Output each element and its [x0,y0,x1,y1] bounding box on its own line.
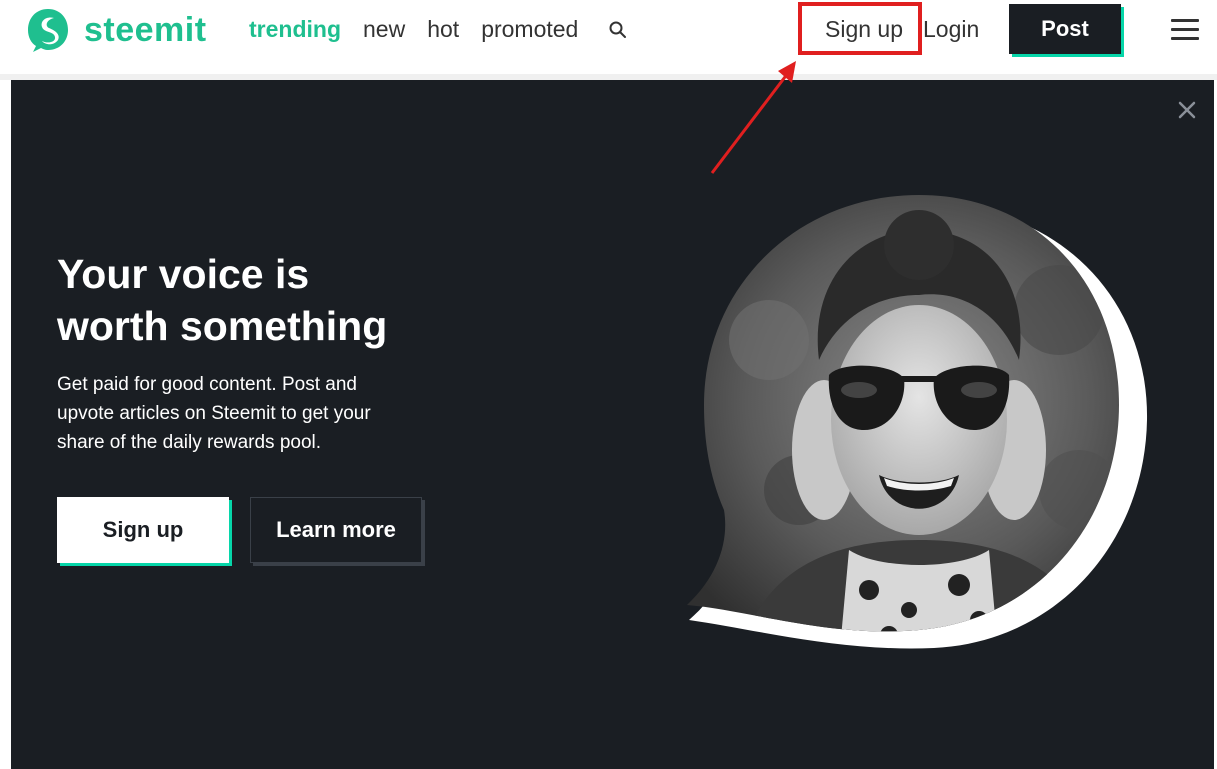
hero-photo [687,195,1148,649]
learn-more-button[interactable]: Learn more [250,497,422,563]
nav-trending[interactable]: trending [249,16,341,43]
hero-title-line: worth something [57,303,388,349]
annotation-highlight-box [798,2,922,55]
nav-new[interactable]: new [363,16,405,43]
hero-signup-button[interactable]: Sign up [57,497,229,563]
menu-bar [1171,37,1199,40]
post-button[interactable]: Post [1009,4,1121,54]
hero-title-line: Your voice is [57,251,310,297]
steemit-logo-icon [28,9,68,52]
hero-subtitle: Get paid for good content. Post and upvo… [57,370,437,457]
hero-subtitle-line: share of the daily rewards pool. [57,432,322,453]
hamburger-menu-icon[interactable] [1171,19,1199,43]
header: steemit trending new hot promoted Sign u… [0,0,1217,62]
page: steemit trending new hot promoted Sign u… [0,0,1217,769]
search-icon[interactable] [608,20,628,40]
nav-promoted[interactable]: promoted [481,16,578,43]
annotation-arrow-icon [710,61,796,174]
steemit-logo[interactable]: steemit [24,6,207,54]
hero-title: Your voice is worth something [57,248,537,352]
header-login-link[interactable]: Login [923,16,979,43]
main-nav: trending new hot promoted [249,16,628,43]
menu-bar [1171,28,1199,31]
close-icon[interactable] [1177,100,1197,120]
hero-subtitle-line: Get paid for good content. Post and [57,374,357,395]
hero-banner: Your voice is worth something Get paid f… [11,80,1214,769]
logo-text: steemit [84,10,207,49]
hero-subtitle-line: upvote articles on Steemit to get your [57,403,371,424]
nav-hot[interactable]: hot [427,16,459,43]
menu-bar [1171,19,1199,22]
